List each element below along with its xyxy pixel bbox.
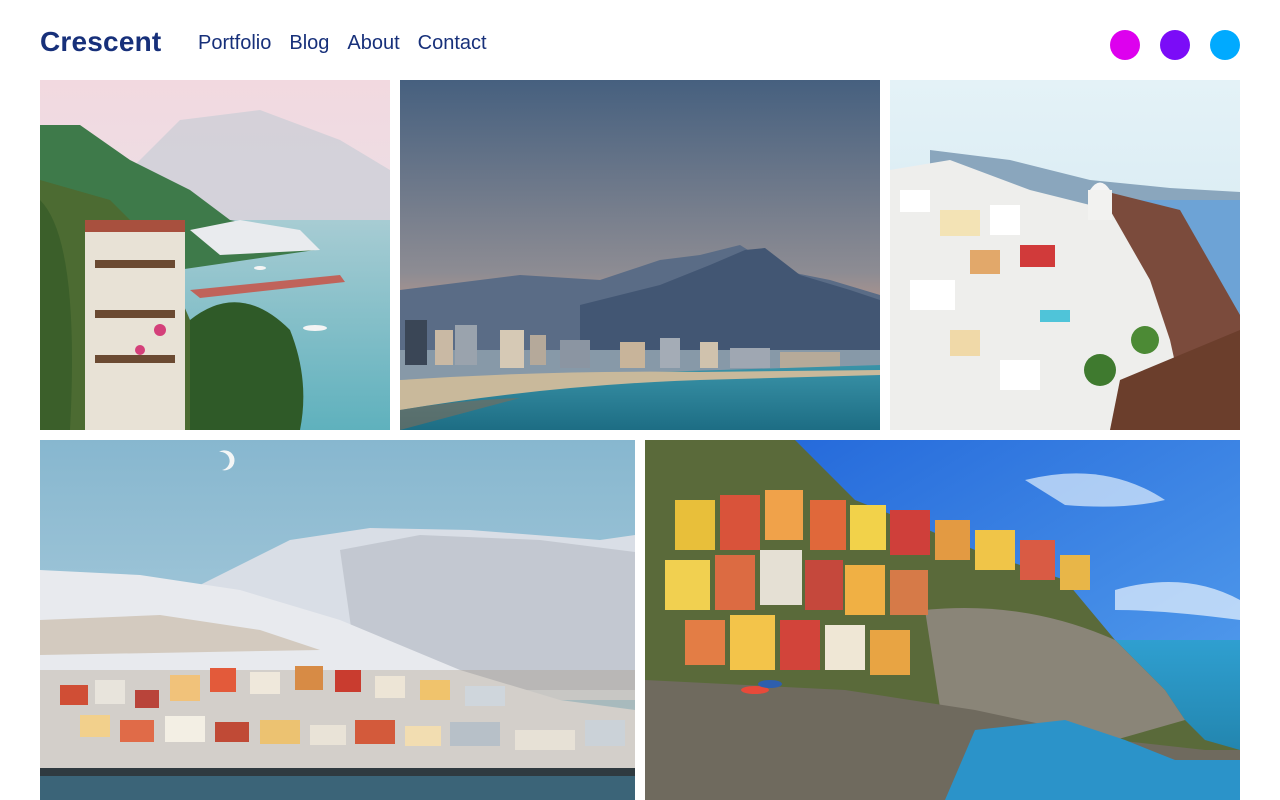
site-header: Crescent Portfolio Blog About Contact xyxy=(40,22,1240,67)
gallery-photo-city-beach[interactable] xyxy=(400,80,880,430)
brand-logo[interactable]: Crescent xyxy=(40,26,161,58)
swatch-blue[interactable] xyxy=(1210,30,1240,60)
gallery-photo-snowy-harbor[interactable] xyxy=(40,440,635,800)
gallery-photo-coastal-town[interactable] xyxy=(40,80,390,430)
nav-about[interactable]: About xyxy=(347,32,399,55)
gallery-photo-white-village[interactable] xyxy=(890,80,1240,430)
nav-blog[interactable]: Blog xyxy=(289,32,329,55)
snowy-harbor-image xyxy=(40,440,635,800)
nav-portfolio[interactable]: Portfolio xyxy=(198,32,271,55)
color-swatches xyxy=(1110,30,1240,60)
gallery-photo-colorful-village[interactable] xyxy=(645,440,1240,800)
white-village-image xyxy=(890,80,1240,430)
main-nav: Portfolio Blog About Contact xyxy=(198,32,487,55)
coastal-town-image xyxy=(40,80,390,430)
nav-contact[interactable]: Contact xyxy=(418,32,487,55)
city-beach-image xyxy=(400,80,880,430)
swatch-magenta[interactable] xyxy=(1110,30,1140,60)
swatch-purple[interactable] xyxy=(1160,30,1190,60)
colorful-village-image xyxy=(645,440,1240,800)
